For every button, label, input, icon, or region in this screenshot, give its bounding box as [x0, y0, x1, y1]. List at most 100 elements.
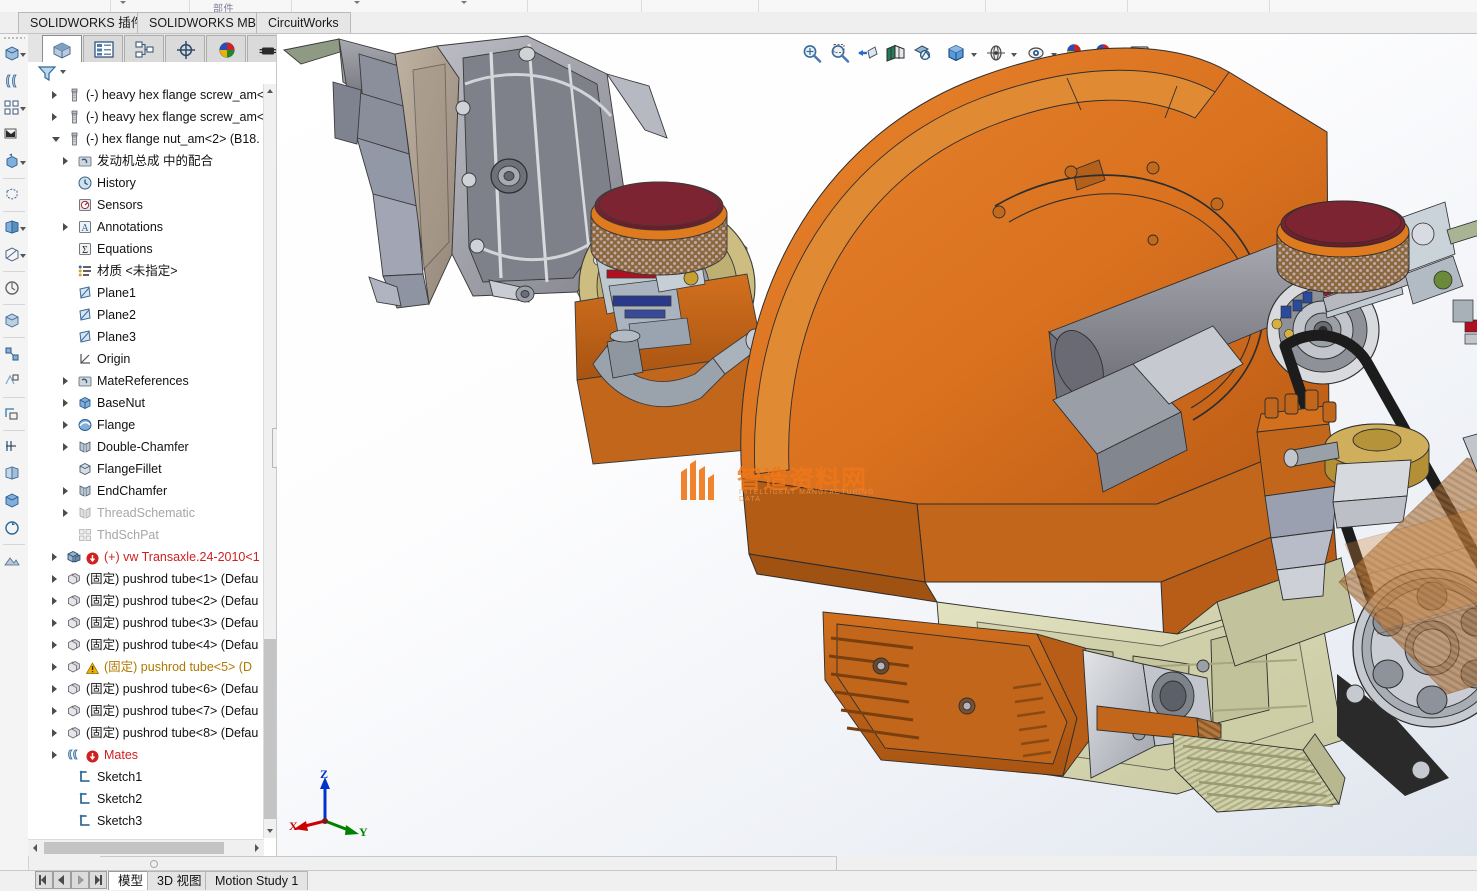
- tree-item[interactable]: Sketch3: [28, 810, 264, 832]
- tree-item[interactable]: AAnnotations: [28, 216, 264, 238]
- scroll-left-arrow[interactable]: [28, 840, 42, 856]
- tree-item[interactable]: 发动机总成 中的配合: [28, 150, 264, 172]
- tab-3d-views[interactable]: 3D 视图: [147, 871, 211, 890]
- tree-item[interactable]: Sketch2: [28, 788, 264, 810]
- tree-item[interactable]: ThdSchPat: [28, 524, 264, 546]
- feature-tree-hscrollbar[interactable]: [28, 839, 264, 856]
- reference-geometry-button[interactable]: [1, 243, 27, 269]
- tree-expand-toggle[interactable]: [63, 487, 68, 495]
- nav-previous-button[interactable]: [53, 871, 71, 889]
- dimxpert-manager-tab[interactable]: [165, 35, 205, 62]
- chevron-down-icon[interactable]: [20, 227, 26, 231]
- scroll-up-arrow[interactable]: [264, 84, 276, 98]
- tree-expand-toggle[interactable]: [63, 223, 68, 231]
- tree-item[interactable]: Sketch1: [28, 766, 264, 788]
- tree-expand-toggle[interactable]: [63, 509, 68, 517]
- new-motion-study-button[interactable]: [1, 276, 27, 302]
- tree-item[interactable]: 材质 <未指定>: [28, 260, 264, 282]
- tree-expand-toggle[interactable]: [52, 707, 57, 715]
- tree-item[interactable]: Sensors: [28, 194, 264, 216]
- nav-first-button[interactable]: [35, 871, 53, 889]
- tree-item[interactable]: (固定) pushrod tube<6> (Defau: [28, 678, 264, 700]
- tree-item[interactable]: Mates: [28, 744, 264, 766]
- tree-item[interactable]: ΣEquations: [28, 238, 264, 260]
- update-components-button[interactable]: [1, 516, 27, 542]
- tree-expand-toggle[interactable]: [63, 421, 68, 429]
- tree-expand-toggle[interactable]: [63, 377, 68, 385]
- scroll-thumb[interactable]: [264, 639, 276, 819]
- tree-item[interactable]: (固定) pushrod tube<2> (Defau: [28, 590, 264, 612]
- feature-tree[interactable]: (-) heavy hex flange screw_am<(-) heavy …: [28, 84, 264, 838]
- configuration-manager-tab[interactable]: [124, 35, 164, 62]
- tree-item[interactable]: (固定) pushrod tube<3> (Defau: [28, 612, 264, 634]
- nav-last-button[interactable]: [89, 871, 107, 889]
- tree-item[interactable]: (+) vw Transaxle.24-2010<1: [28, 546, 264, 568]
- tree-expand-toggle[interactable]: [63, 443, 68, 451]
- bill-of-materials-button[interactable]: [1, 309, 27, 335]
- tree-expand-toggle[interactable]: [52, 751, 57, 759]
- linear-component-pattern-button[interactable]: [1, 96, 27, 122]
- tree-item[interactable]: Plane1: [28, 282, 264, 304]
- tree-expand-toggle[interactable]: [52, 553, 57, 561]
- chevron-down-icon[interactable]: [20, 53, 26, 57]
- tree-item[interactable]: EndChamfer: [28, 480, 264, 502]
- tree-item[interactable]: FlangeFillet: [28, 458, 264, 480]
- hscroll-thumb[interactable]: [44, 842, 224, 854]
- exploded-view-button[interactable]: [1, 342, 27, 368]
- chevron-down-icon[interactable]: [20, 254, 26, 258]
- tree-item[interactable]: Flange: [28, 414, 264, 436]
- tree-item[interactable]: Plane2: [28, 304, 264, 326]
- chevron-down-icon[interactable]: [20, 161, 26, 165]
- large-assembly-button[interactable]: [1, 549, 27, 575]
- tree-item[interactable]: History: [28, 172, 264, 194]
- scroll-right-arrow[interactable]: [250, 840, 264, 856]
- feature-tree-filter-bar[interactable]: [28, 62, 276, 85]
- tree-item[interactable]: Plane3: [28, 326, 264, 348]
- explode-line-sketch-button[interactable]: [1, 369, 27, 395]
- scroll-down-arrow[interactable]: [264, 824, 276, 838]
- ribbon-tab-circuitworks[interactable]: CircuitWorks: [256, 12, 351, 33]
- tree-expand-toggle[interactable]: [52, 113, 57, 121]
- tree-expand-toggle[interactable]: [52, 641, 57, 649]
- display-manager-tab[interactable]: [206, 35, 246, 62]
- chevron-down-icon[interactable]: [20, 107, 26, 111]
- tree-item[interactable]: ThreadSchematic: [28, 502, 264, 524]
- tree-item[interactable]: MateReferences: [28, 370, 264, 392]
- tree-expand-toggle[interactable]: [63, 399, 68, 407]
- tree-expand-toggle[interactable]: [52, 137, 60, 142]
- tab-motion-study[interactable]: Motion Study 1: [205, 871, 308, 890]
- toolbar-grip[interactable]: [3, 36, 25, 40]
- tree-expand-toggle[interactable]: [63, 157, 68, 165]
- engine-assembly-model[interactable]: [277, 34, 1477, 856]
- belt-chain-button[interactable]: [1, 489, 27, 515]
- tree-expand-toggle[interactable]: [52, 91, 57, 99]
- tree-item[interactable]: Origin: [28, 348, 264, 370]
- tree-item[interactable]: (-) heavy hex flange screw_am<: [28, 84, 264, 106]
- feature-tree-tab[interactable]: [42, 35, 82, 63]
- instant3d-button[interactable]: [1, 402, 27, 428]
- interference-detection-button[interactable]: [1, 435, 27, 461]
- hole-series-button[interactable]: [1, 462, 27, 488]
- mate-button[interactable]: [1, 69, 27, 95]
- tree-item[interactable]: (固定) pushrod tube<7> (Defau: [28, 700, 264, 722]
- tree-expand-toggle[interactable]: [52, 619, 57, 627]
- tree-expand-toggle[interactable]: [52, 729, 57, 737]
- move-component-button[interactable]: [1, 150, 27, 176]
- tree-item[interactable]: (固定) pushrod tube<1> (Defau: [28, 568, 264, 590]
- tree-expand-toggle[interactable]: [52, 597, 57, 605]
- ribbon-tab-addins[interactable]: SOLIDWORKS 插件: [18, 12, 155, 33]
- property-manager-tab[interactable]: [83, 35, 123, 62]
- tree-item[interactable]: Double-Chamfer: [28, 436, 264, 458]
- tree-item[interactable]: (固定) pushrod tube<8> (Defau: [28, 722, 264, 744]
- tree-item[interactable]: (-) hex flange nut_am<2> (B18.: [28, 128, 264, 150]
- tree-item[interactable]: (固定) pushrod tube<4> (Defau: [28, 634, 264, 656]
- tree-item[interactable]: BaseNut: [28, 392, 264, 414]
- smart-fasteners-button[interactable]: [1, 123, 27, 149]
- insert-components-button[interactable]: [1, 42, 27, 68]
- graphics-area[interactable]: 智造资料网 INTELLIGENT MANUFACTURING DATA Z X…: [277, 34, 1477, 856]
- chevron-down-icon[interactable]: [60, 70, 66, 74]
- nav-next-button[interactable]: [71, 871, 89, 889]
- tree-expand-toggle[interactable]: [52, 663, 57, 671]
- tree-expand-toggle[interactable]: [52, 685, 57, 693]
- tree-expand-toggle[interactable]: [52, 575, 57, 583]
